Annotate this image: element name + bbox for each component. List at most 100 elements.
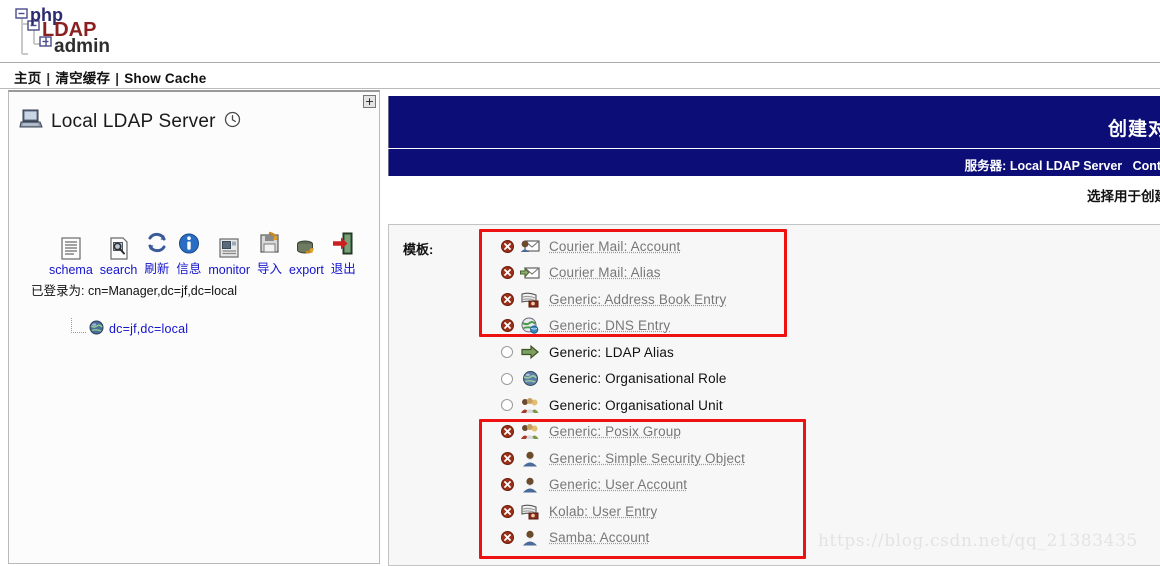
template-radio-button[interactable] [498, 346, 516, 358]
template-row-kolab-user-entry[interactable]: Kolab: User Entry [484, 498, 1144, 525]
disabled-x-icon [498, 319, 516, 332]
nav-item-show-cache[interactable]: Show Cache [124, 71, 206, 86]
toolbar-item-search[interactable]: search [100, 235, 138, 277]
server-toolbar: schema search 刷新 信息 monitor 导入 export 退出 [49, 230, 363, 277]
template-label: Courier Mail: Alias [549, 265, 661, 280]
toolbar-label-search: search [100, 263, 138, 277]
people-group-icon [518, 423, 542, 440]
disabled-x-icon [498, 531, 516, 544]
logged-in-status: 已登录为: cn=Manager,dc=jf,dc=local [31, 280, 237, 299]
main-content-panel: 创建对 服务器: Local LDAP Server Conta 选择用于创建 … [388, 90, 1160, 566]
template-label: Generic: User Account [549, 477, 687, 492]
template-row-simple-security-object[interactable]: Generic: Simple Security Object [484, 445, 1144, 472]
template-row-dns-entry[interactable]: Generic: DNS Entry [484, 313, 1144, 340]
toolbar-label-export: export [289, 263, 324, 277]
template-selection-panel: 模板: Courier Mail: Account Courier Mail: … [388, 224, 1160, 566]
template-row-organisational-role[interactable]: Generic: Organisational Role [484, 366, 1144, 393]
page-subtitle: 选择用于创建 [388, 185, 1160, 205]
disabled-x-icon [498, 240, 516, 253]
template-label: Samba: Account [549, 530, 649, 545]
disabled-x-icon [498, 293, 516, 306]
toolbar-item-refresh[interactable]: 刷新 [144, 230, 169, 277]
toolbar-item-import[interactable]: 导入 [257, 230, 282, 277]
template-row-posix-group[interactable]: Generic: Posix Group [484, 419, 1144, 446]
watermark-text: https://blog.csdn.net/qq_21383435 [818, 531, 1138, 551]
info-icon [177, 230, 201, 256]
disabled-x-icon [498, 266, 516, 279]
sidebar-expand-button[interactable]: + [363, 95, 376, 108]
app-logo: php LDAP admin php LDAP admin [8, 4, 148, 60]
toolbar-label-logout: 退出 [331, 258, 356, 277]
globe-icon [89, 320, 104, 338]
address-book-icon [518, 503, 542, 520]
toolbar-item-monitor[interactable]: monitor [208, 235, 250, 277]
template-row-courier-mail-alias[interactable]: Courier Mail: Alias [484, 260, 1144, 287]
tree-node-label: dc=jf,dc=local [109, 322, 188, 336]
green-arrow-icon [518, 344, 542, 360]
toolbar-label-import: 导入 [257, 258, 282, 277]
template-label: Generic: DNS Entry [549, 318, 670, 333]
template-row-ldap-alias[interactable]: Generic: LDAP Alias [484, 339, 1144, 366]
search-icon [107, 235, 131, 261]
template-field-label: 模板: [403, 239, 433, 258]
clock-icon [224, 111, 241, 133]
template-radio-button[interactable] [498, 399, 516, 411]
template-label: Generic: Organisational Role [549, 371, 727, 386]
template-row-address-book-entry[interactable]: Generic: Address Book Entry [484, 286, 1144, 313]
template-row-courier-mail-account[interactable]: Courier Mail: Account [484, 233, 1144, 260]
toolbar-label-refresh: 刷新 [144, 258, 169, 277]
breadcrumb-server-label: 服务器: [965, 159, 1007, 173]
breadcrumb-server-value: Local LDAP Server [1010, 159, 1122, 173]
disabled-x-icon [498, 425, 516, 438]
user-icon [518, 450, 542, 467]
nav-separator-1: | [41, 71, 55, 86]
template-row-organisational-unit[interactable]: Generic: Organisational Unit [484, 392, 1144, 419]
computer-icon [19, 108, 43, 135]
people-group-icon [518, 397, 542, 414]
mail-alias-icon [518, 265, 542, 281]
breadcrumb: 服务器: Local LDAP Server Conta [965, 155, 1160, 174]
import-icon [258, 230, 282, 256]
page-subheader-bar: 服务器: Local LDAP Server Conta [388, 149, 1160, 176]
breadcrumb-container-label: Conta [1133, 159, 1160, 173]
tree-connector [71, 318, 86, 333]
top-navigation-bar: 主页 | 清空缓存 | Show Cache [0, 62, 1160, 89]
template-label: Generic: Address Book Entry [549, 292, 726, 307]
server-header: Local LDAP Server [19, 108, 241, 135]
globe-icon [518, 370, 542, 387]
monitor-icon [217, 235, 241, 261]
refresh-icon [145, 230, 169, 256]
nav-item-purge-cache[interactable]: 清空缓存 [55, 71, 110, 86]
user-icon [518, 529, 542, 546]
server-name: Local LDAP Server [51, 111, 216, 133]
page-title: 创建对 [1108, 114, 1160, 141]
template-row-user-account[interactable]: Generic: User Account [484, 472, 1144, 499]
nav-item-home[interactable]: 主页 [14, 71, 41, 86]
tree-node-dc-jf-local[interactable]: dc=jf,dc=local [71, 318, 188, 339]
disabled-x-icon [498, 478, 516, 491]
user-icon [518, 476, 542, 493]
template-label: Courier Mail: Account [549, 239, 680, 254]
page-root: php LDAP admin php LDAP admin 主页 | 清空缓存 | Sh… [0, 0, 1160, 566]
toolbar-item-info[interactable]: 信息 [176, 230, 201, 277]
template-radio-button[interactable] [498, 373, 516, 385]
template-list: Courier Mail: Account Courier Mail: Alia… [484, 233, 1144, 551]
sidebar-panel: + Local LDAP Server schema search 刷新 信息 … [8, 90, 380, 564]
disabled-x-icon [498, 505, 516, 518]
toolbar-item-export[interactable]: export [289, 235, 324, 277]
svg-text:admin: admin [54, 36, 110, 57]
address-book-icon [518, 291, 542, 308]
template-label: Generic: LDAP Alias [549, 345, 674, 360]
dns-globe-icon [518, 317, 542, 334]
template-label: Generic: Simple Security Object [549, 451, 745, 466]
schema-icon [59, 235, 83, 261]
page-header-bar: 创建对 [388, 96, 1160, 148]
template-label: Kolab: User Entry [549, 504, 657, 519]
logout-icon [331, 230, 355, 256]
toolbar-item-logout[interactable]: 退出 [331, 230, 356, 277]
toolbar-label-info: 信息 [176, 258, 201, 277]
mail-user-icon [518, 238, 542, 254]
toolbar-item-schema[interactable]: schema [49, 235, 93, 277]
template-label: Generic: Posix Group [549, 424, 681, 439]
toolbar-label-monitor: monitor [208, 263, 250, 277]
